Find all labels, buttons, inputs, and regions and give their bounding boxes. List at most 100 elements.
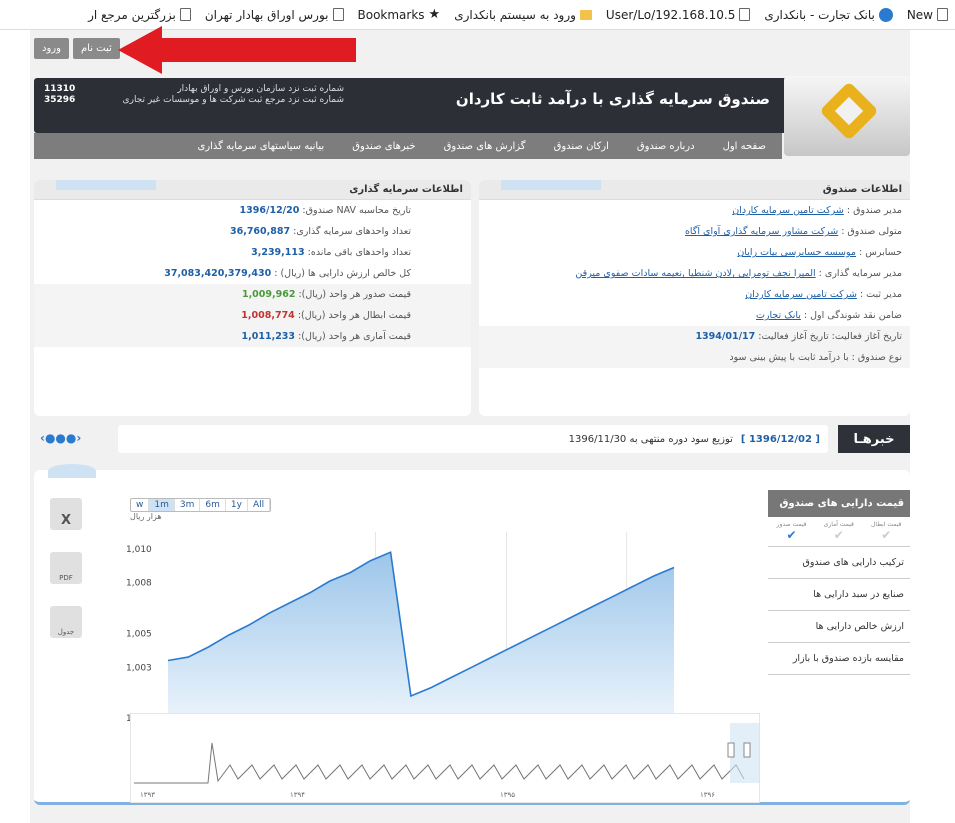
price-chart[interactable]: 1,0101,0081,0051,0031,000بهمن - ۲۳بهمن -…: [124, 518, 724, 743]
menu-asset-composition[interactable]: ترکیب دارایی های صندوق: [768, 547, 910, 579]
navigator-tick-label: ۱۳۹۳: [140, 791, 155, 799]
range-6m[interactable]: 6m: [200, 499, 226, 511]
news-text: توزیع سود دوره منتهی به 1396/11/30: [568, 433, 733, 445]
card-tab-decoration: [501, 180, 601, 190]
registrar-link[interactable]: شرکت تامین سرمایه کاردان: [745, 289, 857, 300]
star-icon: ★: [428, 7, 441, 22]
chart-tab-decoration: [48, 464, 96, 478]
fund-manager-label: مدیر صندوق :: [846, 205, 902, 216]
y-tick-label: 1,005: [126, 629, 152, 639]
auditor-label: حسابرس :: [859, 247, 902, 258]
menu-industries[interactable]: صنایع در سبد دارایی ها: [768, 579, 910, 611]
news-pager[interactable]: ‹●●●›: [40, 431, 81, 445]
menu-nav-value[interactable]: ارزش خالص دارایی ها: [768, 611, 910, 643]
fund-type-value: با درآمد ثابت با پیش بینی سود: [729, 352, 849, 363]
pdf-export-button[interactable]: PDF: [50, 552, 82, 584]
fund-type-label: نوع صندوق :: [851, 352, 902, 363]
cancel-price-label: قیمت ابطال هر واحد (ریال):: [297, 310, 411, 321]
excel-export-button[interactable]: X: [50, 498, 82, 530]
login-button[interactable]: ورود: [34, 38, 69, 59]
menu-return-comparison[interactable]: مقایسه بازده صندوق با بازار: [768, 643, 910, 675]
navigator-handle-right: [743, 742, 751, 758]
start-date-label: تاریخ آغاز فعالیت: تاریخ آغاز فعالیت:: [758, 331, 902, 342]
range-selector: w 1m 3m 6m 1y All: [130, 498, 272, 512]
news-item[interactable]: [ 1396/12/02 ] توزیع سود دوره منتهی به 13…: [118, 425, 828, 453]
page: ورود ثبت نام 11310 شماره ثبت نزد سازمان ب…: [30, 30, 910, 823]
bookmark-local-ip[interactable]: 192.168.10.5/User/Lo: [599, 8, 757, 22]
remaining-label: تعداد واحدهای باقی مانده:: [307, 247, 411, 258]
units-label: تعداد واحدهای سرمایه گذاری:: [293, 226, 411, 237]
arrow-shape: [118, 26, 356, 74]
range-w[interactable]: w: [131, 499, 150, 511]
page-icon: [937, 8, 948, 21]
bookmark-tehran-exchange[interactable]: بورس اوراق بهادار تهران: [198, 8, 351, 22]
nav-pillars[interactable]: ارکان صندوق: [554, 141, 609, 152]
chart-section: X PDF جدول w 1m 3m 6m 1y All هزار ریال 1…: [34, 464, 910, 805]
investment-manager-row: مدیر سرمایه گذاری : المیرا نجف تومرایی ,…: [479, 263, 910, 284]
nav-reports[interactable]: گزارش های صندوق: [444, 141, 526, 152]
page-icon: [332, 8, 344, 21]
bookmark-bookmarks[interactable]: ★ Bookmarks: [351, 7, 448, 22]
auditor-link[interactable]: موسسه حسابرسی بیات رایان: [737, 247, 856, 258]
navigator-tick-label: ۱۳۹۶: [700, 791, 715, 799]
auditor-row: حسابرس : موسسه حسابرسی بیات رایان: [479, 242, 910, 263]
net-assets-value: 37,083,420,379,430: [164, 268, 272, 279]
start-date-row: تاریخ آغاز فعالیت: تاریخ آغاز فعالیت: 13…: [479, 326, 910, 347]
check-icon: ✔: [786, 528, 797, 542]
y-tick-label: 1,008: [126, 579, 152, 589]
folder-icon: [579, 9, 592, 20]
toggle-stat-label: قیمت آماری: [823, 521, 854, 528]
navigator-handle-left: [727, 742, 735, 758]
table-view-button[interactable]: جدول: [50, 606, 82, 638]
units-row: تعداد واحدهای سرمایه گذاری: 36,760,887: [34, 221, 471, 242]
custodian-link[interactable]: شرکت مشاور سرمایه گذاری آوای آگاه: [685, 226, 838, 237]
nav-home[interactable]: صفحه اول: [723, 141, 766, 152]
investment-manager-link[interactable]: المیرا نجف تومرایی ,لادن شنطیا ,نعیمه سا…: [575, 268, 815, 279]
range-all[interactable]: All: [248, 499, 271, 511]
guarantor-row: ضامن نقد شوندگی اول : بانک تجارت: [479, 305, 910, 326]
reg-number-sec: 11310: [44, 84, 76, 94]
toggle-cancel-price[interactable]: قیمت ابطال ✔: [871, 521, 901, 542]
remaining-row: تعداد واحدهای باقی مانده: 3,239,113: [34, 242, 471, 263]
nav-news[interactable]: خبرهای صندوق: [352, 141, 415, 152]
excel-icon: X: [60, 513, 72, 528]
navigator-chart[interactable]: ۱۳۹۳ ۱۳۹۴ ۱۳۹۵ ۱۳۹۶: [130, 713, 760, 803]
check-icon: ✔: [833, 528, 844, 542]
registrar-label: مدیر ثبت :: [859, 289, 902, 300]
nav-about[interactable]: درباره صندوق: [637, 141, 695, 152]
bank-logo-icon: [878, 7, 893, 22]
investment-info-card: اطلاعات سرمایه گذاری تاریخ محاسبه NAV صن…: [34, 180, 471, 416]
bookmark-largest-ref[interactable]: بزرگترین مرجع ار: [81, 8, 198, 22]
guarantor-link[interactable]: بانک تجارت: [756, 310, 801, 321]
site-title: صندوق سرمایه گذاری با درآمد ثابت کاردان: [455, 90, 770, 108]
toggle-stat-price[interactable]: قیمت آماری ✔: [824, 521, 854, 542]
nav-date-row: تاریخ محاسبه NAV صندوق: 1396/12/20: [34, 200, 471, 221]
range-3m[interactable]: 3m: [175, 499, 201, 511]
bookmark-tejarat-bank[interactable]: بانک تجارت - بانکداری: [757, 7, 899, 22]
navigator-tick-label: ۱۳۹۴: [290, 791, 305, 799]
register-button[interactable]: ثبت نام: [72, 38, 120, 59]
menu-asset-prices[interactable]: قیمت دارایی های صندوق: [768, 490, 910, 517]
bookmark-new[interactable]: New: [900, 8, 955, 22]
cancel-price-row: قیمت ابطال هر واحد (ریال): 1,008,774: [34, 305, 471, 326]
fund-logo[interactable]: [784, 76, 910, 156]
registration-info: 11310 شماره ثبت نزد سازمان بورس و اوراق ب…: [44, 84, 344, 106]
guarantor-label: ضامن نقد شوندگی اول :: [803, 310, 902, 321]
news-ticker: ‹●●●› [ 1396/12/02 ] توزیع سود دوره منتهی…: [34, 425, 910, 453]
fund-info-title-text: اطلاعات صندوق: [822, 184, 902, 195]
range-1m[interactable]: 1m: [149, 499, 175, 511]
main-nav: صفحه اول درباره صندوق ارکان صندوق گزارش …: [34, 133, 782, 159]
fund-type-row: نوع صندوق : با درآمد ثابت با پیش بینی سو…: [479, 347, 910, 368]
stat-price-row: قیمت آماری هر واحد (ریال): 1,011,233: [34, 326, 471, 347]
investment-info-title: اطلاعات سرمایه گذاری: [34, 180, 471, 200]
remaining-value: 3,239,113: [251, 247, 305, 258]
news-date: [ 1396/12/02 ]: [740, 433, 820, 445]
stat-price-label: قیمت آماری هر واحد (ریال):: [298, 331, 411, 342]
pdf-icon: PDF: [59, 574, 73, 582]
fund-manager-link[interactable]: شرکت تامین سرمایه کاردان: [732, 205, 844, 216]
nav-policy[interactable]: بیانیه سیاستهای سرمایه گذاری: [197, 141, 324, 152]
bookmark-banking-login[interactable]: ورود به سیستم بانکداری: [447, 8, 599, 22]
toggle-issue-price[interactable]: قیمت صدور ✔: [777, 521, 807, 542]
news-label: خبرهـا: [838, 425, 910, 453]
range-1y[interactable]: 1y: [226, 499, 248, 511]
